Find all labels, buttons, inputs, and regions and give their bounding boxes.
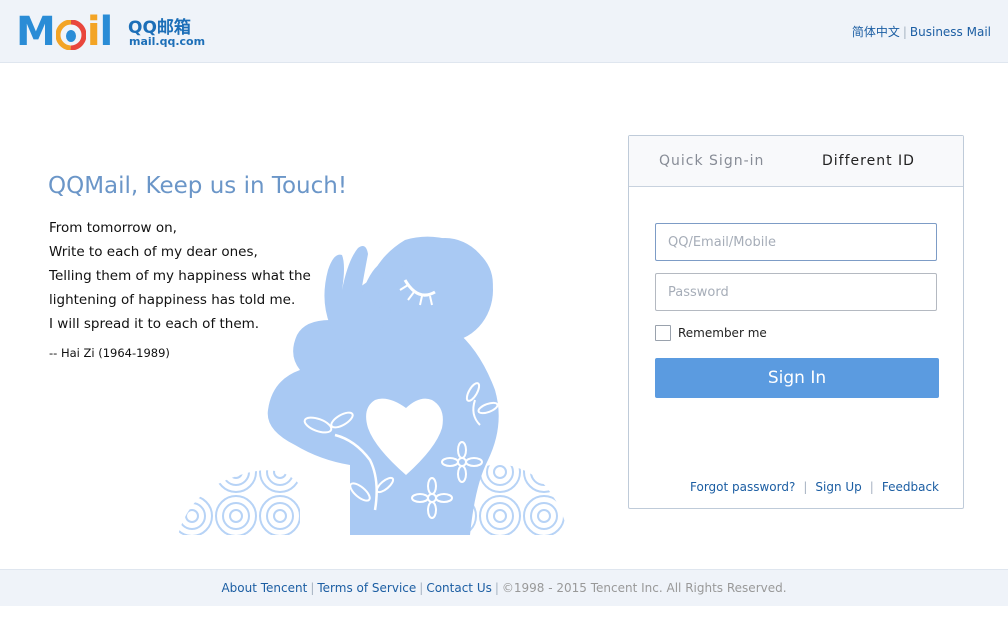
lang-separator: | xyxy=(902,25,907,39)
business-mail-link[interactable]: Business Mail xyxy=(910,25,991,39)
footer-bar: About Tencent | Terms of Service | Contact U… xyxy=(0,569,1008,606)
login-panel: Quick Sign-in Different ID Remember me S… xyxy=(628,135,964,509)
sign-in-button[interactable]: Sign In xyxy=(655,358,939,398)
remember-me-row[interactable]: Remember me xyxy=(655,325,767,341)
wave-pattern-left xyxy=(178,470,300,535)
about-tencent-link[interactable]: About Tencent xyxy=(221,581,307,595)
login-tabs: Quick Sign-in Different ID xyxy=(629,136,963,187)
language-links: 简体中文 | Business Mail xyxy=(852,23,991,40)
feedback-link[interactable]: Feedback xyxy=(882,480,939,494)
logo-url-text: mail.qq.com xyxy=(129,35,206,48)
forgot-password-link[interactable]: Forgot password? xyxy=(690,480,795,494)
tab-different-id[interactable]: Different ID xyxy=(822,153,915,169)
header-bar: M il QQ邮箱 mail.qq.com 简体中文 | Business Mail xyxy=(0,0,1008,63)
terms-of-service-link[interactable]: Terms of Service xyxy=(317,581,416,595)
remember-me-checkbox[interactable] xyxy=(655,325,671,341)
promo-title: QQMail, Keep us in Touch! xyxy=(48,173,348,199)
link-separator: | xyxy=(869,480,874,494)
contact-us-link[interactable]: Contact Us xyxy=(426,581,492,595)
poem-author: -- Hai Zi (1964-1989) xyxy=(49,346,170,360)
logo-wordmark: M il xyxy=(16,9,113,55)
tab-quick-sign-in[interactable]: Quick Sign-in xyxy=(659,153,764,169)
copyright-text: ©1998 - 2015 Tencent Inc. All Rights Res… xyxy=(501,581,787,595)
remember-me-label: Remember me xyxy=(678,326,767,340)
penguin-logo-icon xyxy=(55,20,86,50)
footer-separator: | xyxy=(310,581,315,595)
link-separator: | xyxy=(803,480,808,494)
lang-chinese-link[interactable]: 简体中文 xyxy=(852,25,900,39)
username-input[interactable] xyxy=(655,223,937,261)
footer-separator: | xyxy=(419,581,424,595)
password-input[interactable] xyxy=(655,273,937,311)
person-with-heart-illustration xyxy=(178,236,568,535)
login-help-links: Forgot password? | Sign Up | Feedback xyxy=(690,480,939,494)
footer-links: About Tencent | Terms of Service | Contact U… xyxy=(0,581,1008,595)
footer-separator: | xyxy=(494,581,499,595)
sign-up-link[interactable]: Sign Up xyxy=(815,480,861,494)
